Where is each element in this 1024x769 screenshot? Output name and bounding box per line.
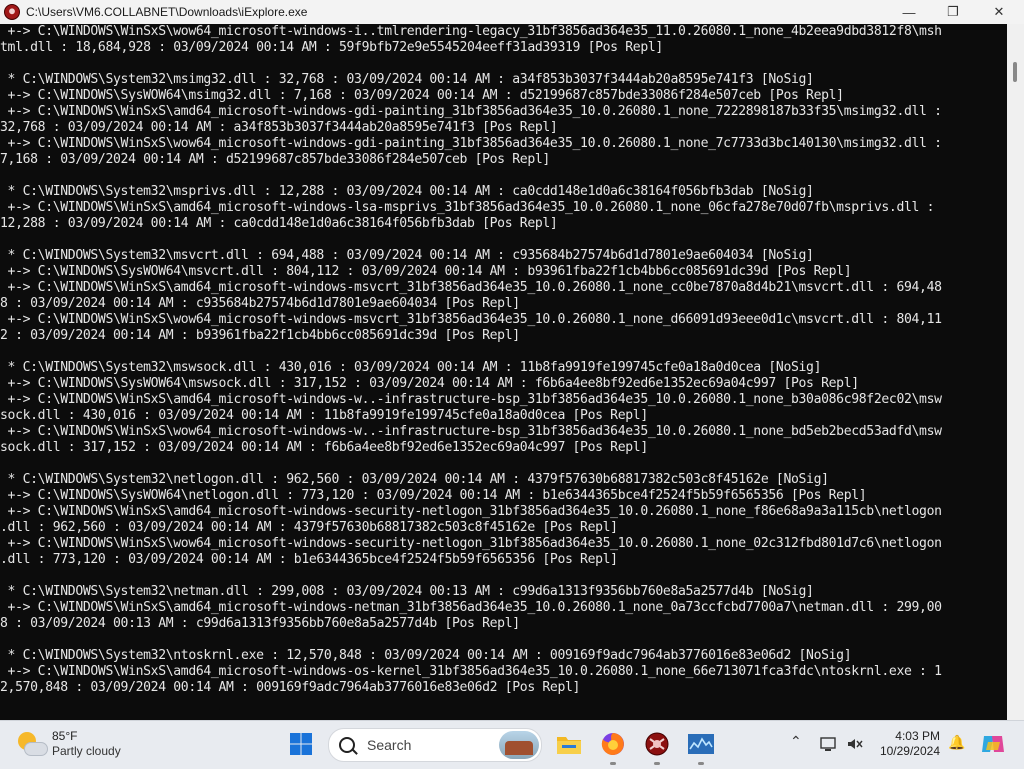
- console-line: +-> C:\WINDOWS\WinSxS\wow64_microsoft-wi…: [0, 424, 942, 439]
- monitor-app-button[interactable]: [686, 729, 716, 765]
- weather-temperature: 85°F: [52, 729, 78, 743]
- start-button[interactable]: [286, 729, 316, 759]
- windows-logo-icon: [290, 733, 312, 755]
- console-line: 2 : 03/09/2024 00:14 AM : b93961fba22f1c…: [0, 328, 520, 343]
- console-line: sock.dll : 317,152 : 03/09/2024 00:14 AM…: [0, 440, 648, 455]
- console-line: +-> C:\WINDOWS\WinSxS\wow64_microsoft-wi…: [0, 536, 942, 551]
- console-line: sock.dll : 430,016 : 03/09/2024 00:14 AM…: [0, 408, 648, 423]
- console-line: 8 : 03/09/2024 00:13 AM : c99d6a1313f935…: [0, 616, 520, 631]
- bell-icon: 🔔: [948, 734, 966, 750]
- console-line: * C:\WINDOWS\System32\msimg32.dll : 32,7…: [0, 72, 814, 87]
- taskbar-clock[interactable]: 4:03 PM 10/29/2024: [872, 729, 940, 759]
- console-line: tml.dll : 18,684,928 : 03/09/2024 00:14 …: [0, 40, 663, 55]
- network-icon: [820, 737, 836, 751]
- console-line: * C:\WINDOWS\System32\msvcrt.dll : 694,4…: [0, 248, 814, 263]
- maximize-button[interactable]: ❐: [930, 0, 976, 24]
- file-explorer-button[interactable]: [554, 729, 584, 759]
- close-button[interactable]: ✕: [976, 0, 1022, 24]
- search-label: Search: [367, 737, 412, 753]
- console-output[interactable]: +-> C:\WINDOWS\WinSxS\wow64_microsoft-wi…: [0, 24, 1007, 720]
- clock-time: 4:03 PM: [895, 729, 940, 743]
- folder-icon: [557, 737, 581, 754]
- console-line: 2,570,848 : 03/09/2024 00:14 AM : 009169…: [0, 680, 581, 695]
- console-line: .dll : 962,560 : 03/09/2024 00:14 AM : 4…: [0, 520, 618, 535]
- console-line: +-> C:\WINDOWS\WinSxS\wow64_microsoft-wi…: [0, 136, 942, 151]
- app-icon: [4, 4, 20, 20]
- console-line: +-> C:\WINDOWS\SysWOW64\netlogon.dll : 7…: [0, 488, 867, 503]
- console-line: +-> C:\WINDOWS\WinSxS\amd64_microsoft-wi…: [0, 600, 942, 615]
- console-text: +-> C:\WINDOWS\WinSxS\wow64_microsoft-wi…: [0, 24, 1007, 696]
- clock-date: 10/29/2024: [879, 744, 940, 758]
- weather-widget[interactable]: 85°F Partly cloudy: [14, 729, 121, 759]
- console-line: +-> C:\WINDOWS\SysWOW64\msvcrt.dll : 804…: [0, 264, 852, 279]
- console-line: 7,168 : 03/09/2024 00:14 AM : d52199687c…: [0, 152, 550, 167]
- firefox-button[interactable]: [598, 729, 628, 765]
- network-tray-button[interactable]: [816, 731, 842, 757]
- taskbar-search[interactable]: Search: [328, 728, 542, 762]
- window-title: C:\Users\VM6.COLLABNET\Downloads\iExplor…: [26, 5, 308, 19]
- iexplore-taskbar-button[interactable]: [642, 729, 672, 765]
- copilot-icon: [982, 736, 1004, 752]
- console-line: +-> C:\WINDOWS\WinSxS\wow64_microsoft-wi…: [0, 24, 942, 39]
- volume-muted-icon: [848, 739, 863, 749]
- console-line: * C:\WINDOWS\System32\netman.dll : 299,0…: [0, 584, 814, 599]
- taskbar: 85°F Partly cloudy Search ⌃ 4:03 PM 10/2…: [0, 720, 1024, 769]
- weather-condition: Partly cloudy: [52, 744, 121, 758]
- console-line: * C:\WINDOWS\System32\ntoskrnl.exe : 12,…: [0, 648, 852, 663]
- console-line: +-> C:\WINDOWS\SysWOW64\msimg32.dll : 7,…: [0, 88, 845, 103]
- console-line: +-> C:\WINDOWS\WinSxS\amd64_microsoft-wi…: [0, 104, 942, 119]
- minimize-button[interactable]: —: [886, 0, 932, 24]
- volume-tray-button[interactable]: [842, 731, 868, 757]
- window-titlebar[interactable]: C:\Users\VM6.COLLABNET\Downloads\iExplor…: [0, 0, 1024, 24]
- running-indicator: [698, 762, 704, 765]
- resource-monitor-icon: [688, 734, 714, 754]
- console-line: +-> C:\WINDOWS\SysWOW64\mswsock.dll : 31…: [0, 376, 860, 391]
- firefox-icon: [601, 733, 624, 755]
- console-line: * C:\WINDOWS\System32\msprivs.dll : 12,2…: [0, 184, 814, 199]
- console-line: +-> C:\WINDOWS\WinSxS\amd64_microsoft-wi…: [0, 504, 942, 519]
- search-icon: [339, 737, 355, 753]
- notification-button[interactable]: 🔔: [948, 734, 965, 751]
- search-highlight-image: [499, 731, 539, 759]
- console-line: +-> C:\WINDOWS\WinSxS\amd64_microsoft-wi…: [0, 280, 942, 295]
- console-line: +-> C:\WINDOWS\WinSxS\wow64_microsoft-wi…: [0, 312, 942, 327]
- console-line: * C:\WINDOWS\System32\netlogon.dll : 962…: [0, 472, 829, 487]
- console-line: +-> C:\WINDOWS\WinSxS\amd64_microsoft-wi…: [0, 664, 942, 679]
- show-hidden-icons-button[interactable]: ⌃: [790, 733, 802, 750]
- console-line: +-> C:\WINDOWS\WinSxS\amd64_microsoft-wi…: [0, 392, 942, 407]
- running-indicator: [610, 762, 616, 765]
- console-line: 32,768 : 03/09/2024 00:14 AM : a34f853b3…: [0, 120, 558, 135]
- console-line: 8 : 03/09/2024 00:14 AM : c935684b27574b…: [0, 296, 520, 311]
- console-line: +-> C:\WINDOWS\WinSxS\amd64_microsoft-wi…: [0, 200, 935, 215]
- console-scrollbar[interactable]: [1007, 24, 1024, 720]
- partly-cloudy-icon: [14, 730, 48, 758]
- console-line: 12,288 : 03/09/2024 00:14 AM : ca0cdd148…: [0, 216, 558, 231]
- console-line: * C:\WINDOWS\System32\mswsock.dll : 430,…: [0, 360, 822, 375]
- iexplore-app-icon: [645, 732, 669, 756]
- copilot-button[interactable]: [978, 729, 1008, 759]
- running-indicator: [654, 762, 660, 765]
- scrollbar-thumb[interactable]: [1013, 62, 1017, 82]
- console-line: .dll : 773,120 : 03/09/2024 00:14 AM : b…: [0, 552, 618, 567]
